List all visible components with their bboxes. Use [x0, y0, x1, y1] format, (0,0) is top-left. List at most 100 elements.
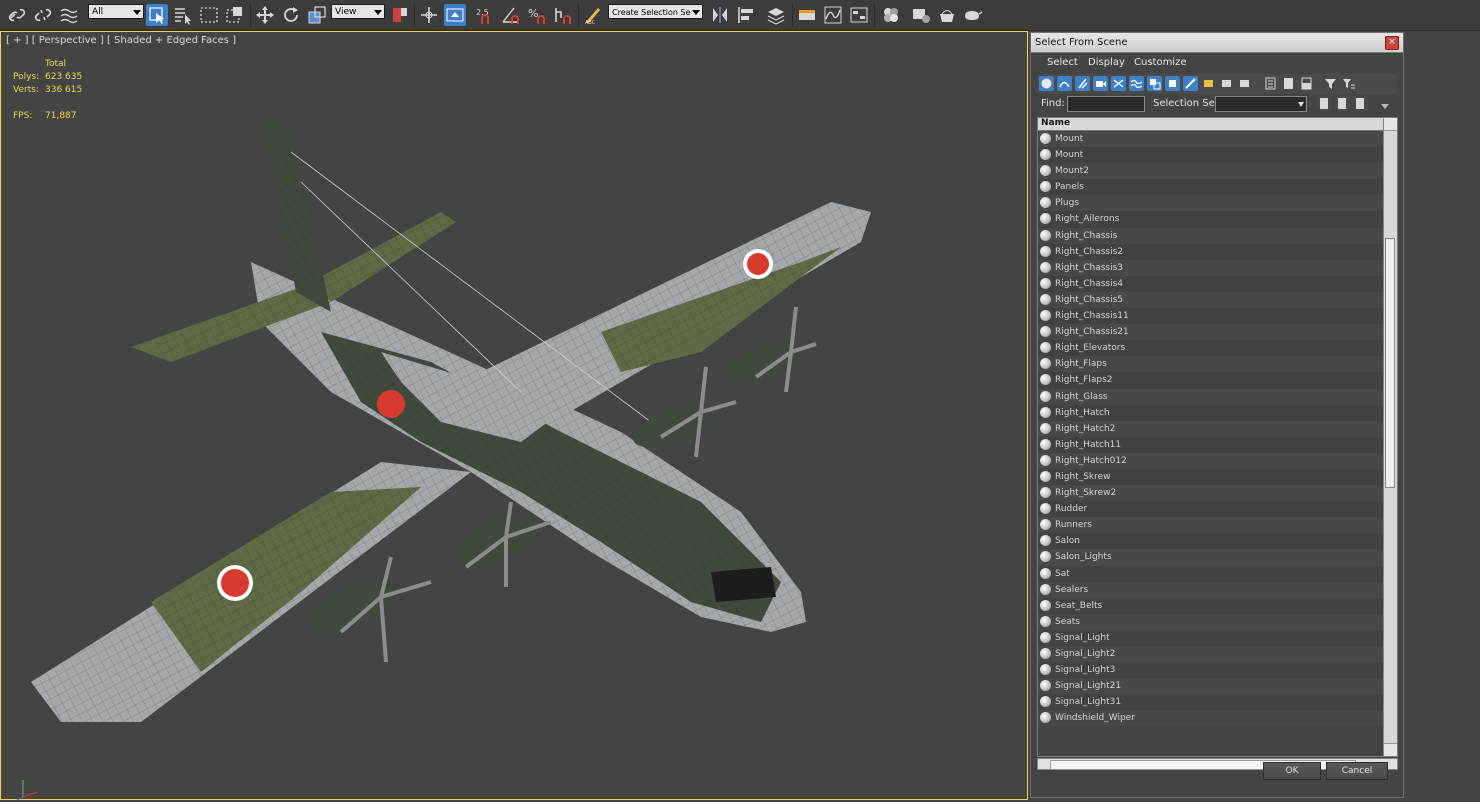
list-item[interactable]: Windshield_Wiper [1038, 710, 1384, 727]
visibility-bulb-icon[interactable] [1040, 261, 1051, 273]
visibility-bulb-icon[interactable] [1040, 648, 1051, 659]
list-item[interactable]: Salon_Lights [1038, 549, 1384, 566]
menu-select[interactable]: Select [1047, 57, 1078, 68]
visibility-bulb-icon[interactable] [1040, 470, 1051, 482]
align-icon[interactable] [735, 4, 757, 26]
visibility-bulb-icon[interactable] [1040, 342, 1051, 354]
cancel-button[interactable]: Cancel [1326, 762, 1388, 780]
percent-snap-icon[interactable]: % [526, 4, 548, 26]
visibility-bulb-icon[interactable] [1040, 197, 1051, 209]
visibility-bulb-icon[interactable] [1040, 599, 1051, 611]
column-header-name[interactable]: Name [1038, 118, 1384, 131]
move-icon[interactable] [254, 4, 276, 26]
perspective-viewport[interactable]: [ + ] [ Perspective ] [ Shaded + Edged F… [0, 31, 1028, 801]
visibility-bulb-icon[interactable] [1040, 245, 1051, 257]
visibility-bulb-icon[interactable] [1040, 406, 1051, 418]
filter-bones-icon[interactable] [1183, 76, 1198, 91]
visibility-bulb-icon[interactable] [1040, 487, 1051, 499]
list-item[interactable]: Right_Hatch11 [1038, 436, 1384, 453]
named-selection-dropdown[interactable]: Create Selection Se [608, 4, 703, 19]
toggle-ribbon-icon[interactable] [796, 4, 818, 26]
create-set-icon[interactable] [1317, 96, 1332, 111]
spinner-snap-icon[interactable] [552, 4, 574, 26]
select-all-icon[interactable] [1263, 76, 1278, 91]
select-invert-icon[interactable] [1299, 76, 1314, 91]
close-icon[interactable]: × [1385, 36, 1399, 50]
visibility-bulb-icon[interactable] [1040, 438, 1051, 450]
scroll-thumb[interactable] [1385, 238, 1395, 488]
visibility-bulb-icon[interactable] [1040, 422, 1051, 434]
visibility-bulb-icon[interactable] [1040, 583, 1051, 595]
list-item[interactable]: Right_Skrew [1038, 468, 1384, 486]
list-item[interactable]: Right_Chassis4 [1038, 275, 1384, 292]
link-icon[interactable] [6, 4, 28, 26]
selection-filter-dropdown[interactable]: All [88, 4, 144, 19]
visibility-bulb-icon[interactable] [1040, 310, 1051, 322]
window-crossing-icon[interactable] [224, 4, 246, 26]
visibility-bulb-icon[interactable] [1040, 664, 1051, 676]
angle-snap-icon[interactable] [500, 4, 522, 26]
scale-icon[interactable] [306, 4, 328, 26]
list-item[interactable]: Right_Flaps2 [1038, 372, 1384, 389]
list-item[interactable]: Right_Glass [1038, 388, 1384, 405]
visibility-bulb-icon[interactable] [1040, 358, 1051, 370]
filter-cameras-icon[interactable] [1093, 76, 1108, 91]
render-icon[interactable] [962, 4, 984, 26]
menu-display[interactable]: Display [1088, 57, 1125, 68]
filter-lights-icon[interactable] [1075, 76, 1090, 91]
vertical-scrollbar[interactable] [1383, 118, 1397, 756]
find-input[interactable] [1067, 96, 1145, 112]
list-item[interactable]: Signal_Light21 [1038, 678, 1384, 695]
filter-frozen-icon[interactable] [1219, 76, 1234, 91]
visibility-bulb-icon[interactable] [1040, 535, 1051, 547]
schematic-icon[interactable] [848, 4, 870, 26]
filter-helpers-icon[interactable] [1111, 76, 1126, 91]
filter-xrefs-icon[interactable] [1165, 76, 1180, 91]
select-by-name-icon[interactable] [172, 4, 194, 26]
visibility-bulb-icon[interactable] [1040, 631, 1051, 643]
filter-icon[interactable] [1323, 76, 1338, 91]
bind-spacewarp-icon[interactable] [58, 4, 80, 26]
snap-toggle-icon[interactable]: 2.5 [474, 4, 496, 26]
visibility-bulb-icon[interactable] [1040, 696, 1051, 708]
list-item[interactable]: Mount [1038, 131, 1384, 148]
list-item[interactable]: Runners [1038, 517, 1384, 534]
list-item[interactable]: Panels [1038, 179, 1384, 196]
visibility-bulb-icon[interactable] [1040, 503, 1051, 515]
visibility-bulb-icon[interactable] [1040, 293, 1051, 305]
list-item[interactable]: Right_Elevators [1038, 340, 1384, 357]
add-to-set-icon[interactable] [1335, 96, 1350, 111]
select-none-icon[interactable] [1281, 76, 1296, 91]
filter-groups-icon[interactable] [1147, 76, 1162, 91]
filter-hidden-icon[interactable] [1237, 76, 1252, 91]
visibility-bulb-icon[interactable] [1040, 229, 1051, 241]
unlink-icon[interactable] [32, 4, 54, 26]
list-item[interactable]: Right_Ailerons [1038, 211, 1384, 228]
selection-set-dropdown[interactable] [1215, 96, 1307, 112]
list-item[interactable]: Signal_Light31 [1038, 694, 1384, 711]
visibility-bulb-icon[interactable] [1040, 680, 1051, 692]
list-item[interactable]: Signal_Light2 [1038, 646, 1384, 663]
rotate-icon[interactable] [280, 4, 302, 26]
visibility-bulb-icon[interactable] [1040, 454, 1051, 466]
list-item[interactable]: Right_Flaps [1038, 356, 1384, 373]
select-manipulate-icon[interactable] [418, 4, 440, 26]
visibility-bulb-icon[interactable] [1040, 149, 1051, 161]
list-item[interactable]: Right_Hatch012 [1038, 452, 1384, 469]
visibility-bulb-icon[interactable] [1040, 165, 1051, 177]
list-item[interactable]: Signal_Light [1038, 629, 1384, 646]
visibility-bulb-icon[interactable] [1040, 712, 1051, 724]
filter-containers-icon[interactable] [1201, 76, 1216, 91]
list-item[interactable]: Mount [1038, 147, 1384, 164]
visibility-bulb-icon[interactable] [1040, 567, 1051, 579]
list-item[interactable]: Right_Skrew2 [1038, 485, 1384, 502]
visibility-bulb-icon[interactable] [1040, 374, 1051, 386]
list-item[interactable]: Signal_Light3 [1038, 662, 1384, 679]
list-item[interactable]: Right_Hatch2 [1038, 420, 1384, 437]
list-item[interactable]: Right_Chassis [1038, 227, 1384, 244]
list-item[interactable]: Seat_Belts [1038, 597, 1384, 614]
list-item[interactable]: Seats [1038, 613, 1384, 630]
filter-shapes-icon[interactable] [1057, 76, 1072, 91]
keyboard-shortcut-icon[interactable] [444, 4, 466, 26]
list-item[interactable]: Rudder [1038, 501, 1384, 518]
